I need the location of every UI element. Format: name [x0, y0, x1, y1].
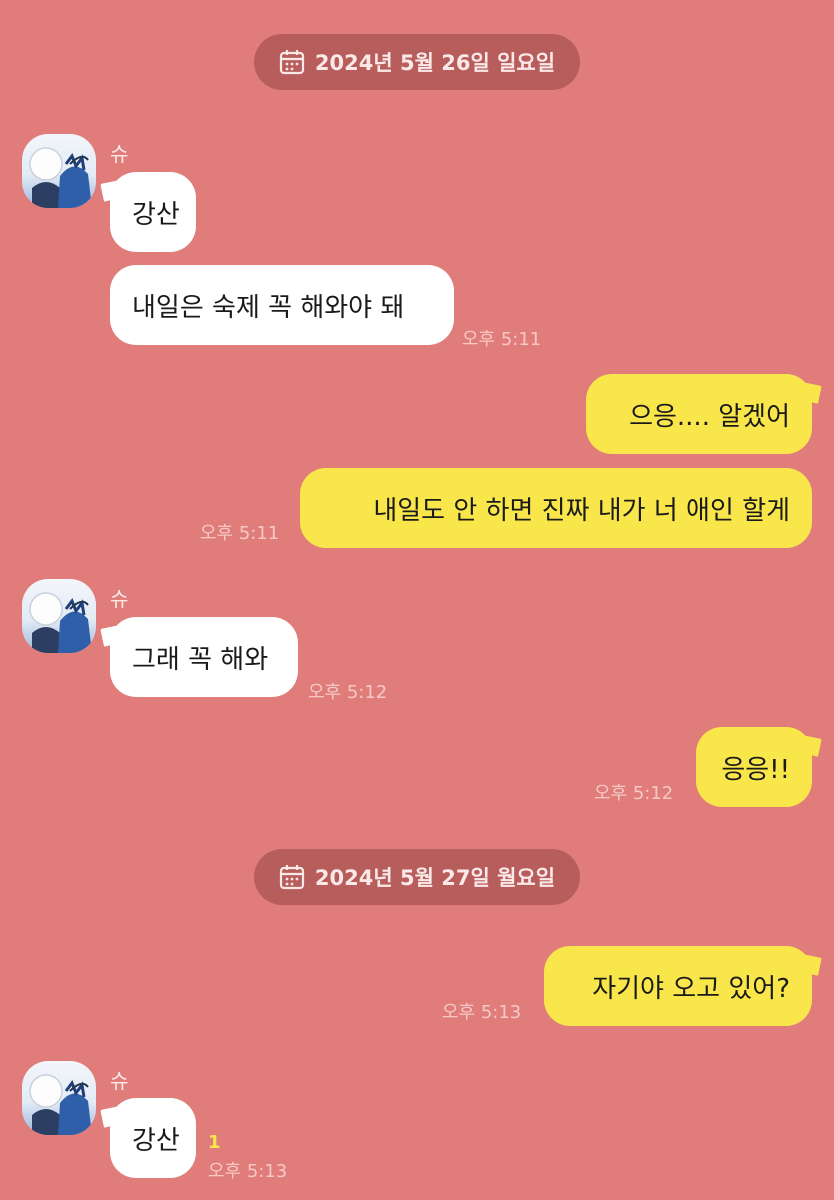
- avatar-image: [29, 592, 92, 653]
- message-text: 응응!!: [721, 754, 790, 785]
- message-bubble-incoming[interactable]: 강산: [110, 172, 196, 252]
- profile-avatar[interactable]: [22, 134, 96, 208]
- message-time: 오후 5:12: [308, 682, 388, 703]
- sender-name: 슈: [110, 1069, 129, 1093]
- message-text: 그래 꼭 해와: [132, 644, 269, 675]
- message-text: 내일은 숙제 꼭 해와야 돼: [132, 292, 405, 323]
- message-bubble-incoming[interactable]: 강산: [110, 1098, 196, 1178]
- date-divider: 2024년 5월 27일 월요일: [254, 849, 580, 905]
- avatar-image: [29, 1074, 92, 1135]
- unread-count: 1: [208, 1132, 221, 1153]
- message-time: 오후 5:11: [462, 329, 542, 350]
- message-time: 오후 5:13: [208, 1161, 288, 1182]
- sender-name: 슈: [110, 587, 129, 611]
- message-text: 내일도 안 하면 진짜 내가 너 애인 할게: [373, 495, 790, 526]
- calendar-icon: [279, 865, 305, 890]
- date-divider: 2024년 5월 26일 일요일: [254, 34, 580, 90]
- message-text: 으응.... 알겠어: [629, 401, 790, 432]
- message-time: 오후 5:12: [594, 783, 674, 804]
- message-text: 자기야 오고 있어?: [592, 973, 790, 1004]
- message-bubble-outgoing[interactable]: 응응!!: [696, 727, 812, 807]
- message-bubble-outgoing[interactable]: 내일도 안 하면 진짜 내가 너 애인 할게: [300, 468, 812, 548]
- profile-avatar[interactable]: [22, 1061, 96, 1135]
- sender-name: 슈: [110, 142, 129, 166]
- message-time: 오후 5:13: [442, 1002, 522, 1023]
- message-bubble-incoming[interactable]: 내일은 숙제 꼭 해와야 돼: [110, 265, 454, 345]
- message-bubble-incoming[interactable]: 그래 꼭 해와: [110, 617, 298, 697]
- calendar-icon: [279, 50, 305, 75]
- message-time: 오후 5:11: [200, 523, 280, 544]
- message-bubble-outgoing[interactable]: 으응.... 알겠어: [586, 374, 812, 454]
- message-bubble-outgoing[interactable]: 자기야 오고 있어?: [544, 946, 812, 1026]
- message-text: 강산: [132, 1125, 180, 1156]
- date-text: 2024년 5월 27일 월요일: [314, 866, 556, 890]
- profile-avatar[interactable]: [22, 579, 96, 653]
- avatar-image: [29, 147, 92, 208]
- date-text: 2024년 5월 26일 일요일: [314, 51, 556, 75]
- message-text: 강산: [132, 199, 180, 230]
